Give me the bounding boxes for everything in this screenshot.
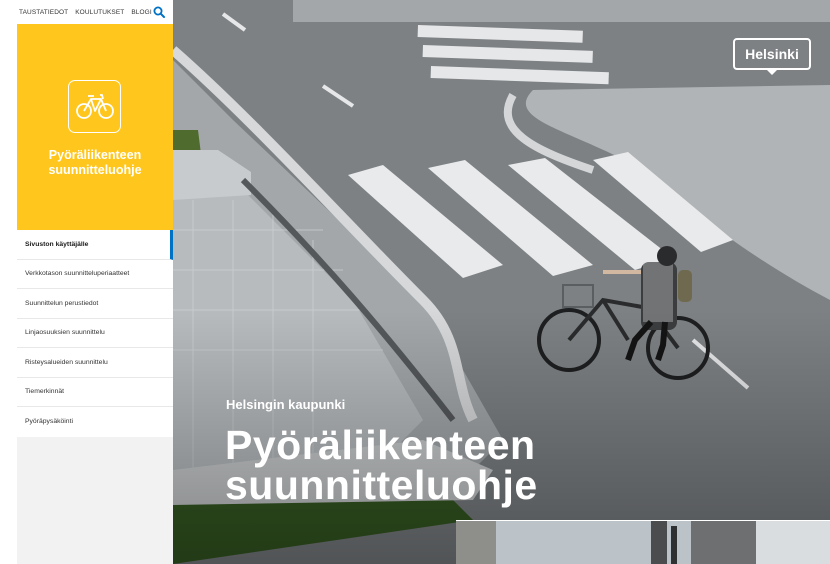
topnav-link-koulutukset[interactable]: KOULUTUKSET <box>75 9 124 16</box>
topnav-link-taustatiedot[interactable]: TAUSTATIEDOT <box>19 9 68 16</box>
sidebar-background <box>17 437 173 564</box>
menu-item-sivuston-kayttajalle[interactable]: Sivuston käyttäjälle <box>17 230 173 260</box>
topnav-link-blogi[interactable]: BLOGI <box>131 9 151 16</box>
side-menu: Sivuston käyttäjälle Verkkotason suunnit… <box>17 230 173 438</box>
menu-item-verkkotason-suunnitteluperiaatteet[interactable]: Verkkotason suunnitteluperiaatteet <box>17 259 173 289</box>
thumbnail-photo <box>456 521 830 564</box>
hero-banner: Helsinki Helsingin kaupunki Pyöräliikent… <box>173 0 830 564</box>
search-icon[interactable] <box>153 6 165 18</box>
menu-item-linjaosuuksien-suunnittelu[interactable]: Linjaosuuksien suunnittelu <box>17 318 173 348</box>
top-navigation: TAUSTATIEDOT KOULUTUKSET BLOGI <box>0 0 173 24</box>
hero-title-line2: suunnitteluohje <box>225 462 538 508</box>
brand-title-line1: Pyöräliikenteen <box>48 148 142 162</box>
menu-item-risteysalueiden-suunnittelu[interactable]: Risteysalueiden suunnittelu <box>17 348 173 378</box>
brand-block[interactable]: Pyöräliikenteen suunnitteluohje <box>17 24 173 230</box>
bicycle-icon <box>76 94 114 119</box>
hero-title: Pyöräliikenteen suunnitteluohje <box>225 422 538 508</box>
brand-title: Pyöräliikenteen suunnitteluohje <box>17 148 173 178</box>
helsinki-logo[interactable]: Helsinki <box>733 38 811 75</box>
sidebar: TAUSTATIEDOT KOULUTUKSET BLOGI Pyöräliik… <box>0 0 173 564</box>
menu-item-suunnittelun-perustiedot[interactable]: Suunnittelun perustiedot <box>17 289 173 319</box>
hero-title-line1: Pyöräliikenteen <box>225 422 536 468</box>
menu-item-pyorapysakointi[interactable]: Pyöräpysäköinti <box>17 407 173 437</box>
brand-title-line2: suunnitteluohje <box>48 163 142 177</box>
hero-eyebrow: Helsingin kaupunki <box>226 397 346 412</box>
menu-item-tiemerkinnat[interactable]: Tiemerkinnät <box>17 377 173 407</box>
bicycle-logo <box>68 80 121 133</box>
thumbnail-image <box>456 520 830 564</box>
